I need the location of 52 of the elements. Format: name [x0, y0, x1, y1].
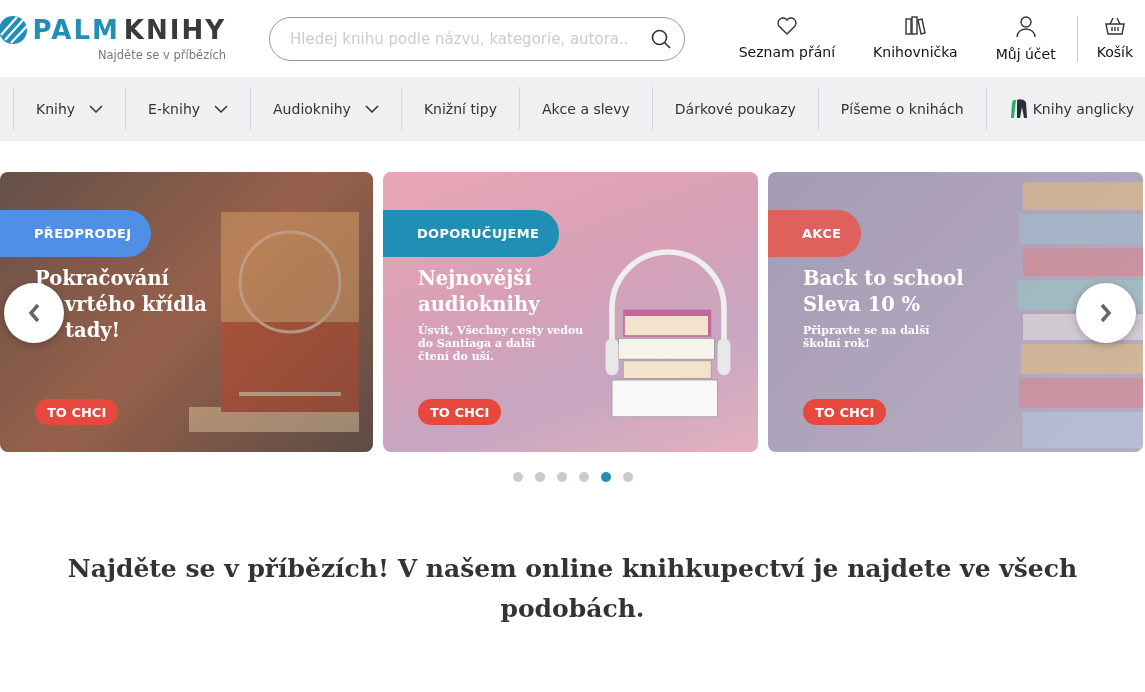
logo-tagline: Najděte se v příbězích: [97, 48, 226, 62]
books-icon: [904, 15, 927, 36]
library-link[interactable]: Knihovnička: [854, 15, 977, 62]
carousel-dot[interactable]: [557, 472, 567, 482]
cta-button[interactable]: TO CHCI: [418, 399, 502, 425]
banner-title: audioknihy: [418, 292, 540, 318]
banner-title: vrtého křídla: [63, 292, 207, 318]
banner-slide[interactable]: DOPORUČUJEME Nejnovější audioknihy Úsvit, Všechny cesty vedou do Santiaga a další čtení do uší. TO CHCI: [383, 172, 758, 452]
banner-subtitle: Připravte se na další: [803, 324, 930, 337]
wishlist-link[interactable]: Seznam přání: [719, 15, 855, 62]
banner-title: Nejnovější: [418, 266, 533, 292]
banner-title: Pokračování: [35, 266, 170, 292]
logo-icon: [0, 15, 29, 45]
banner-subtitle: čtení do uší.: [418, 350, 495, 363]
banner-tag: DOPORUČUJEME: [383, 210, 560, 257]
chevron-left-icon: [28, 303, 40, 323]
nav-item[interactable]: Píšeme o knihách: [817, 87, 986, 130]
user-icon: [1014, 15, 1037, 38]
banner-subtitle: Úsvit, Všechny cesty vedou: [418, 324, 584, 337]
banner-title: Back to school: [803, 266, 964, 292]
banner-subtitle: do Santiaga a další: [418, 337, 537, 350]
carousel-dot[interactable]: [535, 472, 545, 482]
heart-icon: [775, 15, 798, 36]
carousel-dot[interactable]: [579, 472, 589, 482]
nav-item[interactable]: Knižní tipy: [400, 87, 519, 130]
carousel-dot[interactable]: [513, 472, 523, 482]
nav-item[interactable]: Dárkové poukazy: [651, 87, 818, 130]
banner-tag: PŘEDPRODEJ: [0, 210, 152, 257]
search-icon[interactable]: [651, 28, 671, 49]
flag-icon: [1008, 97, 1029, 120]
nav-item[interactable]: Knihy: [13, 87, 126, 130]
banner-subtitle: školní rok!: [803, 337, 871, 350]
logo-text[interactable]: PALM: [32, 17, 120, 43]
page-headline: Najděte se v příbězích! V našem online knihkupectví je najdete ve všech podobách.: [66, 553, 1079, 625]
banner-title: tady!: [64, 318, 122, 344]
banner-title: Sleva 10 %: [803, 292, 922, 318]
cta-button[interactable]: TO CHCI: [803, 399, 887, 425]
nav-item[interactable]: E-knihy: [125, 87, 251, 130]
chevron-right-icon: [1100, 303, 1112, 323]
carousel-dot[interactable]: [623, 472, 633, 482]
carousel-dot[interactable]: [601, 472, 611, 482]
banner-slide[interactable]: PŘEDPRODEJ Pokračování vrtého křídla tady! TO CHCI: [0, 172, 373, 452]
nav-item[interactable]: Audioknihy: [250, 87, 401, 130]
logo-text[interactable]: KNIHY: [123, 17, 226, 43]
cart-link[interactable]: Košík: [1076, 15, 1133, 62]
nav-item[interactable]: Akce a slevy: [518, 87, 652, 130]
banner-slide[interactable]: AKCE Back to school Sleva 10 % Připravte se na další školní rok! TO CHCI: [768, 172, 1143, 452]
account-link[interactable]: Můj účet: [976, 15, 1075, 62]
basket-icon: [1103, 15, 1126, 36]
banner-tag: AKCE: [768, 210, 862, 257]
nav-item[interactable]: Knihy anglicky: [985, 87, 1145, 130]
cta-button[interactable]: TO CHCI: [35, 399, 119, 425]
